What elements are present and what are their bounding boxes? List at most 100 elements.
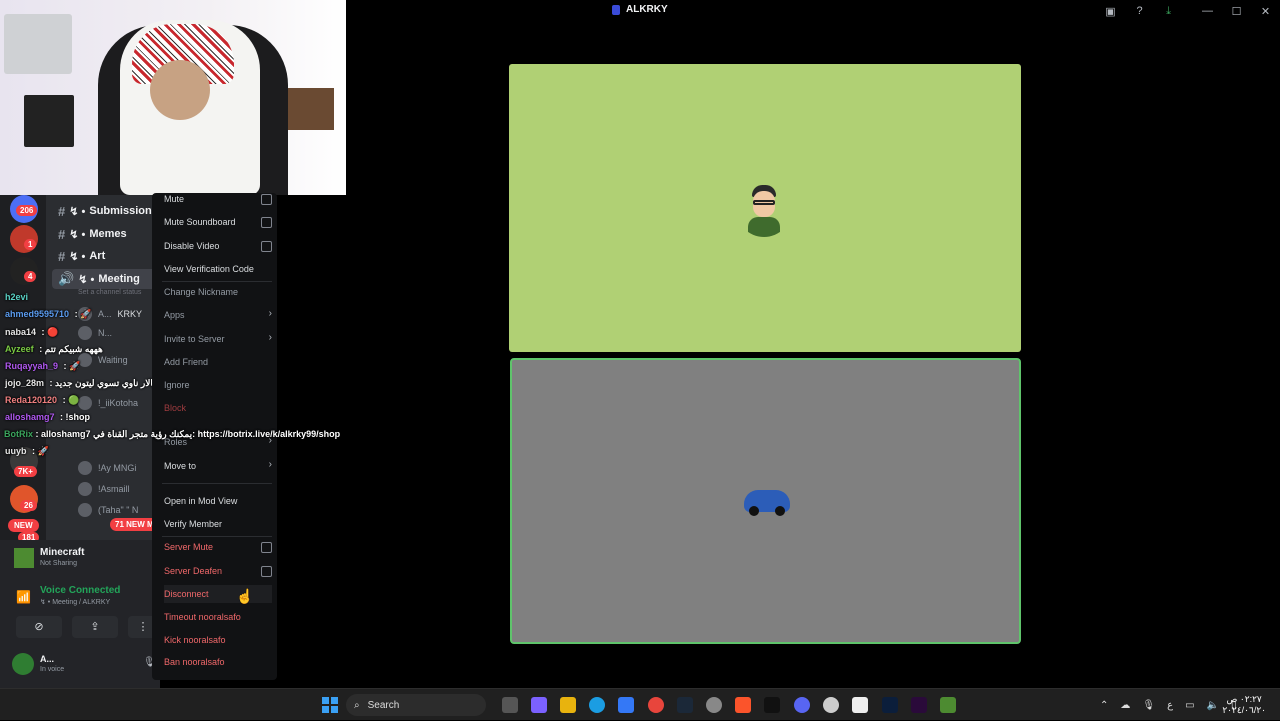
store-icon[interactable]: [618, 697, 634, 713]
windows-taskbar: ⌕ Search ⌃ ☁ 🎙 ع ▭ 🔈 ▯ ٠٢:٢٧ ص ٢٠٢٤/٠٦/٢…: [0, 688, 1280, 720]
server-badge: 4: [24, 271, 37, 282]
menu-item-kick[interactable]: Kick nooralsafo: [164, 631, 272, 649]
voice-connected-label[interactable]: Voice Connected: [40, 585, 120, 596]
chat-text: : 🚀: [74, 309, 92, 319]
start-button[interactable]: [322, 697, 338, 713]
help-icon[interactable]: ?: [1125, 5, 1154, 17]
participant-tile[interactable]: [509, 64, 1021, 352]
download-icon[interactable]: ⤓: [1154, 5, 1183, 18]
maximize-icon[interactable]: ☐: [1222, 5, 1251, 18]
discord-icon[interactable]: [794, 697, 810, 713]
server-logo-icon: [612, 4, 620, 15]
activity-title: Minecraft: [40, 547, 85, 558]
settings-icon[interactable]: [706, 697, 722, 713]
close-icon[interactable]: ✕: [1251, 5, 1280, 18]
copilot-icon[interactable]: [531, 697, 547, 713]
menu-item-ignore[interactable]: Ignore: [164, 376, 272, 394]
voice-channel-path[interactable]: ↯ • Meeting / ALKRKY: [40, 598, 110, 606]
minecraft-taskbar-icon[interactable]: [940, 697, 956, 713]
brave-icon[interactable]: [735, 697, 751, 713]
server-badge: 26: [20, 500, 37, 511]
participant-tile-speaking[interactable]: [510, 358, 1021, 644]
chevron-up-icon[interactable]: ⌃: [1100, 700, 1108, 711]
language-icon[interactable]: ع: [1167, 700, 1173, 711]
search-label: Search: [367, 699, 400, 711]
channel-name: Meeting: [98, 273, 140, 285]
share-screen-button[interactable]: ⇪: [72, 616, 118, 638]
menu-item-server-mute[interactable]: Server Mute: [164, 538, 272, 556]
chat-text: : سالار ناوي تسوي ليتون جديد: [49, 378, 161, 388]
menu-item-timeout[interactable]: Timeout nooralsafo: [164, 608, 272, 626]
menu-item-label: Mute Soundboard: [164, 217, 236, 227]
avatar[interactable]: [12, 653, 34, 675]
capcut-icon[interactable]: [764, 697, 780, 713]
menu-item-label: View Verification Code: [164, 264, 254, 274]
inbox-icon[interactable]: ▣: [1096, 5, 1125, 18]
chat-user: alloshamg7: [5, 412, 55, 422]
menu-item-change-nickname[interactable]: Change Nickname: [164, 283, 272, 301]
app-icon[interactable]: [852, 697, 868, 713]
obs-icon[interactable]: [823, 697, 839, 713]
camera-off-button[interactable]: ⊘: [16, 616, 62, 638]
menu-item-view-verification-code[interactable]: View Verification Code: [164, 260, 272, 278]
avatar: [78, 482, 92, 496]
cloud-icon[interactable]: ☁: [1120, 700, 1130, 711]
menu-item-disable-video[interactable]: Disable Video: [164, 237, 272, 255]
channel-item[interactable]: # ↯ • Art: [58, 246, 105, 266]
wall-frame: [24, 95, 74, 147]
voice-user[interactable]: !_iiKotoha: [78, 395, 138, 411]
premiere-icon[interactable]: [911, 697, 927, 713]
minimize-icon[interactable]: —: [1193, 5, 1222, 17]
menu-item-invite-to-server[interactable]: Invite to Server ›: [164, 330, 272, 348]
chat-user: uuyb: [5, 446, 27, 456]
menu-item-server-deafen[interactable]: Server Deafen: [164, 562, 272, 580]
menu-item-label: Open in Mod View: [164, 496, 238, 506]
menu-item-verify-member[interactable]: Verify Member: [164, 515, 272, 533]
menu-item-label: Change Nickname: [164, 287, 239, 297]
file-explorer-icon[interactable]: [560, 697, 576, 713]
menu-item-label: Ignore: [164, 380, 190, 390]
chrome-icon[interactable]: [648, 697, 664, 713]
menu-item-label: Invite to Server: [164, 334, 225, 344]
taskbar-clock[interactable]: ٠٢:٢٧ ص ٢٠٢٤/٠٦/٢٠: [1222, 694, 1266, 716]
checkbox[interactable]: [261, 542, 272, 553]
menu-item-apps[interactable]: Apps ›: [164, 306, 272, 324]
channel-status-hint[interactable]: Set a channel status: [78, 289, 141, 296]
edge-icon[interactable]: [589, 697, 605, 713]
channel-prefix: ↯ •: [69, 205, 86, 218]
menu-item-move-to[interactable]: Move to ›: [164, 457, 272, 475]
voice-user-name: !Ay MNGi: [98, 463, 137, 473]
channel-item[interactable]: # ↯ • Memes: [58, 224, 127, 244]
speaker-icon: 🔊: [58, 271, 75, 286]
checkbox[interactable]: [261, 194, 272, 205]
menu-item-label: Server Deafen: [164, 566, 223, 576]
chevron-right-icon: ›: [268, 308, 272, 319]
chat-line: Reda120120 : 🟢: [5, 395, 79, 406]
voice-channel-meeting[interactable]: 🔊 ↯ • Meeting: [52, 269, 160, 289]
voice-user[interactable]: (Taha" " N: [78, 502, 138, 518]
menu-item-block[interactable]: Block: [164, 399, 272, 417]
menu-item-mute[interactable]: Mute: [164, 193, 272, 208]
window-title-text: ALKRKY: [626, 4, 668, 15]
checkbox[interactable]: [261, 241, 272, 252]
voice-user[interactable]: !Asmaill: [78, 481, 130, 497]
channel-item[interactable]: # ↯ • Submission-F: [58, 201, 160, 221]
checkbox[interactable]: [261, 566, 272, 577]
activity-panel[interactable]: Minecraft Not Sharing: [0, 540, 160, 578]
checkbox[interactable]: [261, 217, 272, 228]
chevron-right-icon: ›: [268, 459, 272, 470]
menu-item-disconnect[interactable]: Disconnect: [164, 585, 272, 603]
task-view-icon[interactable]: [502, 697, 518, 713]
menu-item-ban[interactable]: Ban nooralsafo: [164, 653, 272, 671]
microphone-tray-icon[interactable]: 🎙: [1142, 700, 1155, 711]
voice-user[interactable]: N...: [78, 325, 112, 341]
network-icon[interactable]: ▭: [1185, 700, 1194, 711]
taskbar-search[interactable]: ⌕ Search: [346, 694, 486, 716]
steam-icon[interactable]: [677, 697, 693, 713]
volume-icon[interactable]: 🔈: [1207, 700, 1219, 711]
voice-user[interactable]: !Ay MNGi: [78, 460, 136, 476]
menu-item-open-in-mod-view[interactable]: Open in Mod View: [164, 492, 272, 510]
menu-item-mute-soundboard[interactable]: Mute Soundboard: [164, 213, 272, 231]
menu-item-add-friend[interactable]: Add Friend: [164, 353, 272, 371]
photoshop-icon[interactable]: [882, 697, 898, 713]
